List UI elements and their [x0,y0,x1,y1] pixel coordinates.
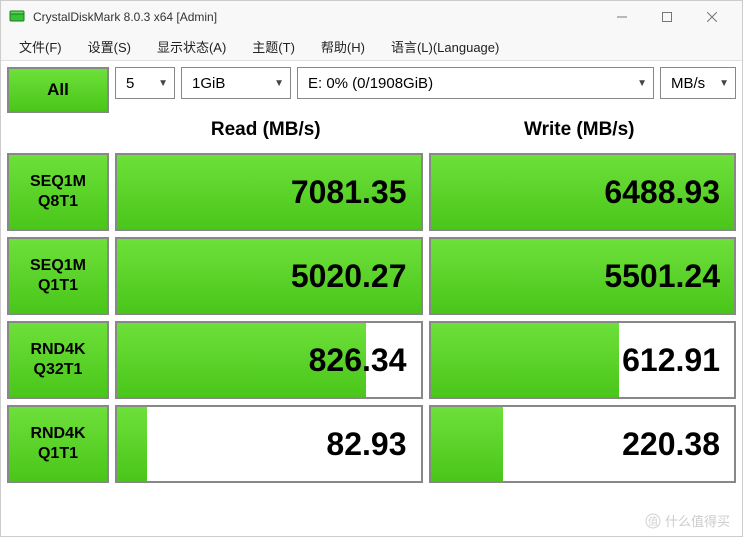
read-value: 826.34 [309,342,407,379]
table-row: RND4KQ1T1 82.93 220.38 [7,405,736,483]
write-value: 6488.93 [604,174,720,211]
content-area: All 5▼ 1GiB▼ E: 0% (0/1908GiB)▼ MB/s▼ Re… [1,61,742,536]
window-controls [599,2,734,32]
menu-language[interactable]: 语言(L)(Language) [379,34,511,59]
write-value: 220.38 [622,426,720,463]
test-label-1: RND4K [30,424,85,444]
chevron-down-icon: ▼ [158,78,168,89]
write-value: 5501.24 [604,258,720,295]
test-size-select[interactable]: 1GiB ▼ [181,67,291,99]
write-cell: 220.38 [429,405,737,483]
read-cell: 5020.27 [115,237,423,315]
chevron-down-icon: ▼ [637,78,647,89]
test-label-2: Q1T1 [38,276,78,296]
drive-value: E: 0% (0/1908GiB) [308,75,433,92]
test-count-select[interactable]: 5▼ [115,67,175,99]
table-row: RND4KQ32T1 826.34 612.91 [7,321,736,399]
write-cell: 612.91 [429,321,737,399]
app-window: CrystalDiskMark 8.0.3 x64 [Admin] 文件(F) … [0,0,743,537]
app-icon [9,9,25,25]
control-row: All 5▼ 1GiB▼ E: 0% (0/1908GiB)▼ MB/s▼ [7,67,736,113]
read-cell: 7081.35 [115,153,423,231]
table-row: SEQ1MQ8T1 7081.35 6488.93 [7,153,736,231]
test-button-2[interactable]: RND4KQ32T1 [7,321,109,399]
menubar: 文件(F) 设置(S) 显示状态(A) 主题(T) 帮助(H) 语言(L)(La… [1,33,742,61]
read-value: 7081.35 [291,174,407,211]
titlebar: CrystalDiskMark 8.0.3 x64 [Admin] [1,1,742,33]
header-spacer [7,119,109,149]
test-label-2: Q32T1 [34,360,83,380]
write-value: 612.91 [622,342,720,379]
unit-value: MB/s [671,75,705,92]
column-headers: Read (MB/s) Write (MB/s) [7,119,736,149]
write-bar [431,407,504,481]
read-value: 82.93 [326,426,406,463]
write-cell: 6488.93 [429,153,737,231]
header-write: Write (MB/s) [423,119,737,149]
menu-theme[interactable]: 主题(T) [240,34,307,59]
test-label-1: RND4K [30,340,85,360]
write-bar [431,323,619,397]
maximize-button[interactable] [644,2,689,32]
menu-display[interactable]: 显示状态(A) [145,34,238,59]
read-bar [117,407,147,481]
close-button[interactable] [689,2,734,32]
header-read: Read (MB/s) [109,119,423,149]
unit-select[interactable]: MB/s ▼ [660,67,736,99]
selectors: 5▼ 1GiB▼ E: 0% (0/1908GiB)▼ MB/s▼ [115,67,736,113]
menu-settings[interactable]: 设置(S) [76,34,143,59]
all-button[interactable]: All [7,67,109,113]
write-cell: 5501.24 [429,237,737,315]
result-rows: SEQ1MQ8T17081.356488.93SEQ1MQ1T15020.275… [7,153,736,483]
chevron-down-icon: ▼ [719,78,729,89]
menu-help[interactable]: 帮助(H) [309,34,377,59]
read-value: 5020.27 [291,258,407,295]
drive-select[interactable]: E: 0% (0/1908GiB) ▼ [297,67,654,99]
read-cell: 82.93 [115,405,423,483]
test-button-1[interactable]: SEQ1MQ1T1 [7,237,109,315]
test-button-0[interactable]: SEQ1MQ8T1 [7,153,109,231]
test-label-2: Q8T1 [38,192,78,212]
test-label-1: SEQ1M [30,256,86,276]
test-label-1: SEQ1M [30,172,86,192]
test-button-3[interactable]: RND4KQ1T1 [7,405,109,483]
chevron-down-icon: ▼ [274,78,284,89]
test-size-value: 1GiB [192,75,225,92]
minimize-button[interactable] [599,2,644,32]
test-count-value: 5 [126,75,134,92]
table-row: SEQ1MQ1T1 5020.27 5501.24 [7,237,736,315]
menu-file[interactable]: 文件(F) [7,34,74,59]
test-label-2: Q1T1 [38,444,78,464]
read-cell: 826.34 [115,321,423,399]
window-title: CrystalDiskMark 8.0.3 x64 [Admin] [33,10,599,24]
